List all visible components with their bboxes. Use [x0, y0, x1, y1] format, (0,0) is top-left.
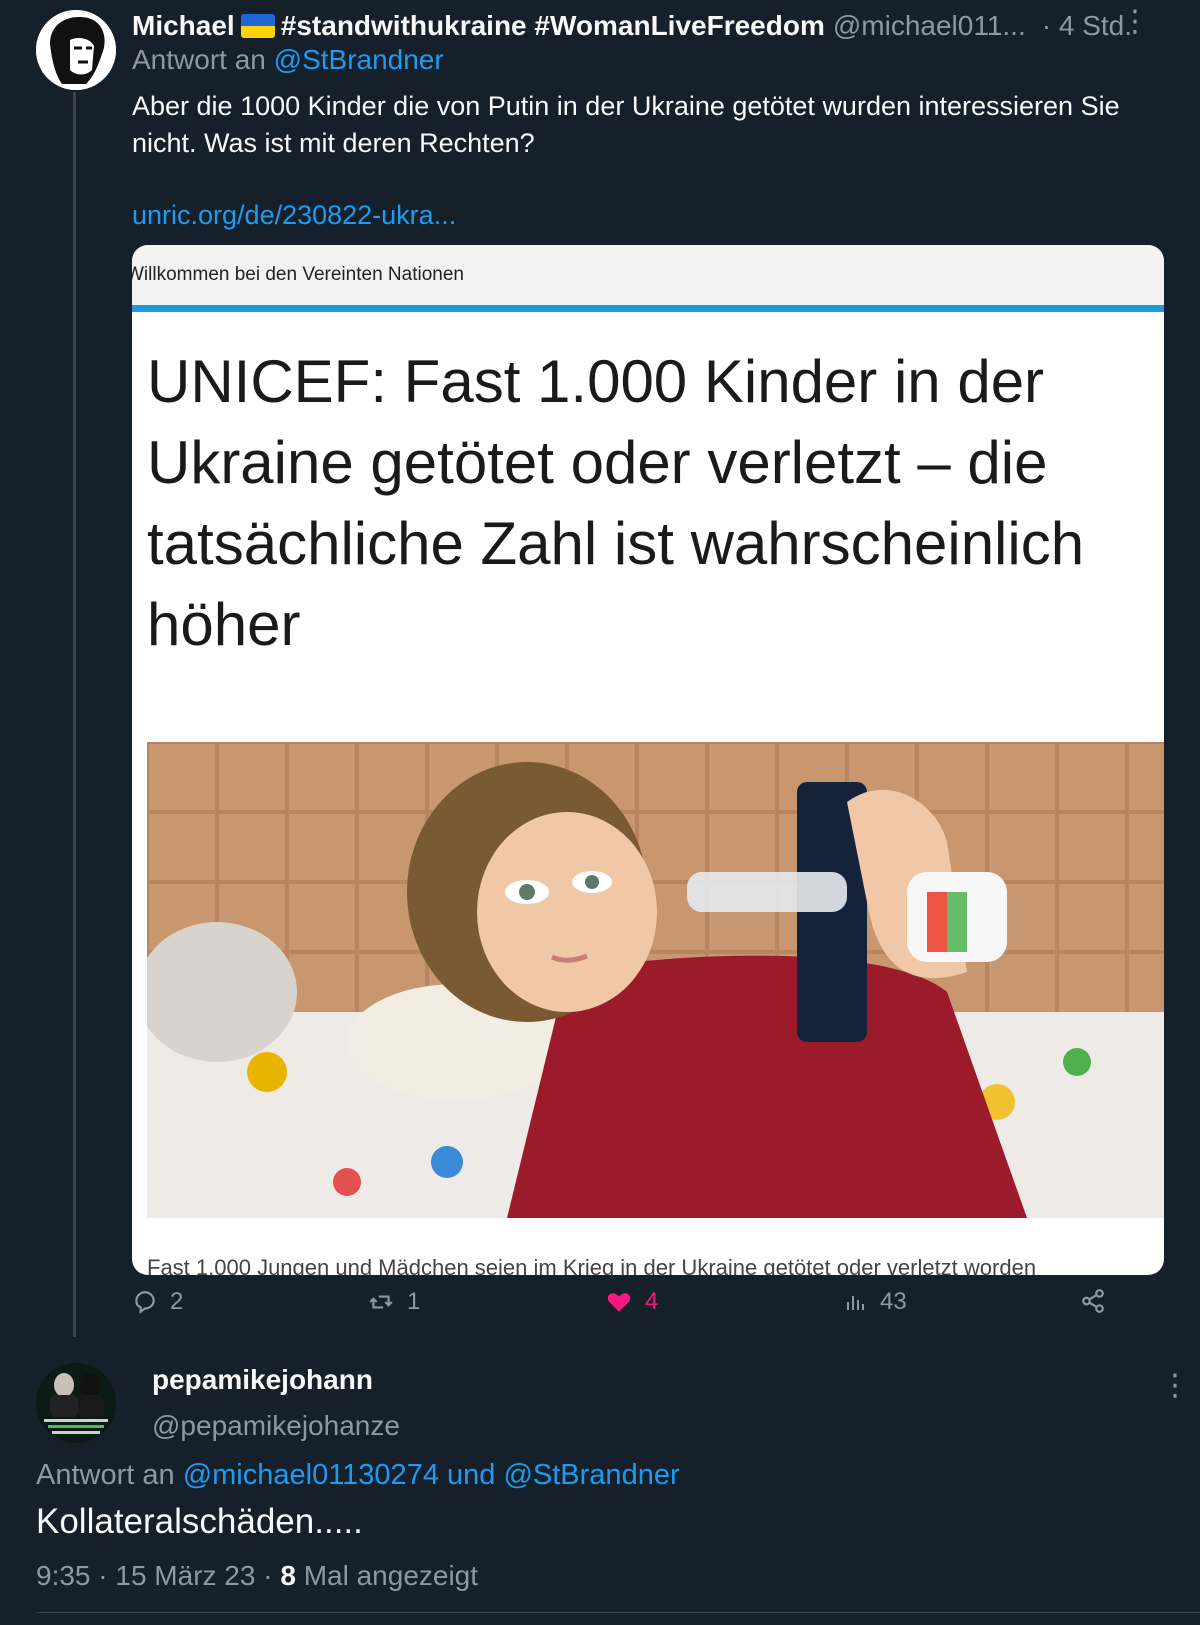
reply-to-link[interactable]: @StBrandner [274, 44, 444, 75]
share-icon [1082, 1289, 1104, 1313]
share-action[interactable] [1080, 1288, 1118, 1314]
reply-to-link[interactable]: @StBrandner [503, 1459, 679, 1491]
profile-image [36, 1363, 116, 1443]
avatar[interactable] [36, 1363, 116, 1443]
tweet-meta: 9:35 · 15 März 23 · 8 Mal angezeigt [36, 1560, 478, 1592]
profile-image [36, 10, 116, 90]
like-action[interactable]: 4 [605, 1288, 658, 1316]
reply-action[interactable]: 2 [132, 1288, 183, 1316]
user-handle[interactable]: @michael011... [833, 10, 1026, 42]
display-name[interactable]: pepamikejohann [152, 1364, 373, 1396]
card-accent-bar [132, 305, 1164, 312]
reply-to-link[interactable]: @michael01130274 [183, 1459, 439, 1491]
timestamp[interactable]: · 4 Std. [1042, 10, 1132, 42]
reply-context: Antwort an @StBrandner [132, 44, 444, 76]
retweet-count: 1 [407, 1288, 421, 1315]
heart-icon [607, 1293, 631, 1312]
views-label: Mal angezeigt [303, 1560, 479, 1591]
display-name[interactable]: Michael [132, 10, 235, 42]
reply-conjunction: und [447, 1459, 496, 1491]
avatar[interactable] [36, 10, 116, 90]
reply-count: 2 [170, 1288, 184, 1315]
view-count: 8 [280, 1560, 296, 1591]
tweet-link[interactable]: unric.org/de/230822-ukra... [132, 200, 456, 231]
analytics-icon [847, 1296, 864, 1310]
more-options-icon[interactable]: ⋮ [1120, 4, 1150, 39]
tweet-header: Michael #standwithukraine #WomanLiveFree… [132, 6, 1132, 46]
card-headline: UNICEF: Fast 1.000 Kinder in der Ukraine… [147, 348, 1085, 658]
link-preview-card[interactable]: Willkommen bei den Vereinten Nationen UN… [132, 245, 1164, 1275]
view-count: 43 [880, 1288, 907, 1315]
reply-prefix: Antwort an [132, 44, 266, 75]
reply-icon [135, 1291, 155, 1314]
tweet-text: Aber die 1000 Kinder die von Putin in de… [132, 91, 1120, 158]
timestamp[interactable]: 9:35 · 15 März 23 · [36, 1560, 273, 1591]
retweet-action[interactable]: 1 [367, 1288, 420, 1316]
ukraine-flag-icon [240, 14, 275, 38]
divider [36, 1612, 1200, 1613]
display-name-hashtags[interactable]: #standwithukraine #WomanLiveFreedom [281, 10, 825, 42]
article-photo [147, 742, 1164, 1218]
tweet-actions: 2 1 4 43 [132, 1288, 1172, 1328]
card-cut-text: Fast 1.000 Jungen und Mädchen seien im K… [147, 1255, 1037, 1275]
views-action[interactable]: 43 [844, 1288, 907, 1316]
user-handle[interactable]: @pepamikejohanze [152, 1410, 400, 1442]
retweet-icon [369, 1295, 393, 1309]
tweet-text: Kollateralschäden..... [36, 1502, 363, 1541]
like-count: 4 [645, 1288, 659, 1315]
thread-line [73, 92, 76, 1337]
reply-context: Antwort an @michael01130274 und @StBrand… [36, 1459, 680, 1492]
more-options-icon[interactable]: ⋮ [1160, 1368, 1190, 1403]
card-site-label: Willkommen bei den Vereinten Nationen [132, 264, 464, 285]
reply-prefix: Antwort an [36, 1459, 175, 1491]
card-site-bar: Willkommen bei den Vereinten Nationen [132, 245, 1164, 305]
